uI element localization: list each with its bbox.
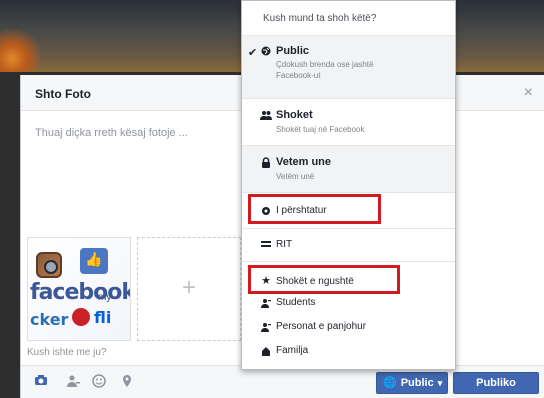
audience-option-label: Personat e panjohur (276, 321, 367, 332)
sunset-glow (0, 28, 40, 72)
friends-icon (260, 110, 272, 123)
audience-selector-button[interactable]: 🌐 Public ▾ (376, 372, 448, 394)
tag-people-input[interactable]: Kush ishte me ju? (27, 347, 107, 358)
like-logo-icon (80, 248, 108, 274)
audience-option-subtitle: Shokët tuaj në Facebook (276, 125, 365, 134)
thumbnail-line2-suffix: fli (94, 308, 112, 327)
audience-option-label: Public (276, 45, 310, 57)
smile-icon[interactable] (91, 374, 107, 390)
dialog-title: Shto Foto (35, 87, 91, 101)
audience-option-only-me[interactable]: Vetem une Vetëm unë (242, 146, 455, 192)
audience-option-label: Students (276, 297, 316, 308)
audience-option-label: Familja (276, 345, 309, 356)
audience-selector-label: Public (400, 377, 434, 389)
publish-button[interactable]: Publiko (453, 372, 539, 394)
list-icon (260, 322, 272, 335)
audience-option-public[interactable]: ✔ Public Çdokush brenda ose jashtë Faceb… (242, 36, 455, 98)
globe-icon (260, 46, 272, 59)
audience-option-label: Shoket (276, 109, 313, 121)
audience-option-acquaintances[interactable]: Personat e panjohur (242, 317, 455, 337)
add-photo-button[interactable]: + (137, 237, 241, 341)
audience-menu-heading: Kush mund ta shoh këtë? (263, 13, 377, 24)
caret-down-icon: ▾ (437, 378, 443, 388)
audience-option-rit[interactable]: RIT (242, 232, 455, 258)
audience-menu: Kush mund ta shoh këtë? ✔ Public Çdokush… (241, 0, 456, 370)
thumbnail-line2-text: cker (30, 310, 69, 329)
caption-input[interactable]: Thuaj diçka rreth kësaj fotoje ... (35, 127, 188, 139)
group-icon (260, 240, 272, 251)
family-icon (260, 346, 272, 359)
plus-icon: + (182, 274, 197, 301)
instagram-logo-icon (36, 252, 62, 278)
globe-icon: 🌐 (383, 377, 397, 389)
audience-option-label: Vetem une (276, 156, 332, 168)
thumbnail-facebook-text: facebook (30, 280, 131, 305)
lock-icon (260, 157, 272, 171)
pinterest-logo-icon (72, 308, 90, 326)
highlight-box-custom (248, 194, 381, 224)
menu-divider (242, 261, 455, 262)
audience-option-subtitle: Vetëm unë (276, 172, 315, 181)
thumbnail-image: my facebook cker fli (28, 238, 131, 340)
audience-option-subtitle: Çdokush brenda ose jashtë (276, 60, 374, 69)
camera-icon[interactable] (33, 374, 49, 390)
audience-option-label: RIT (276, 239, 293, 250)
person-tag-icon[interactable] (65, 374, 81, 390)
location-pin-icon[interactable] (119, 374, 135, 390)
audience-option-friends[interactable]: Shoket Shokët tuaj në Facebook (242, 99, 455, 145)
menu-divider (242, 192, 455, 193)
audience-option-subtitle: Facebook-ut (276, 71, 321, 80)
checkmark-icon: ✔ (248, 47, 258, 59)
close-icon[interactable]: × (524, 84, 533, 102)
photo-thumbnail[interactable]: my facebook cker fli (27, 237, 131, 341)
highlight-box-close-friends (248, 265, 400, 294)
list-icon (260, 298, 272, 311)
menu-divider (242, 228, 455, 229)
audience-option-family[interactable]: Familja (242, 341, 455, 361)
audience-option-students[interactable]: Students (242, 293, 455, 313)
